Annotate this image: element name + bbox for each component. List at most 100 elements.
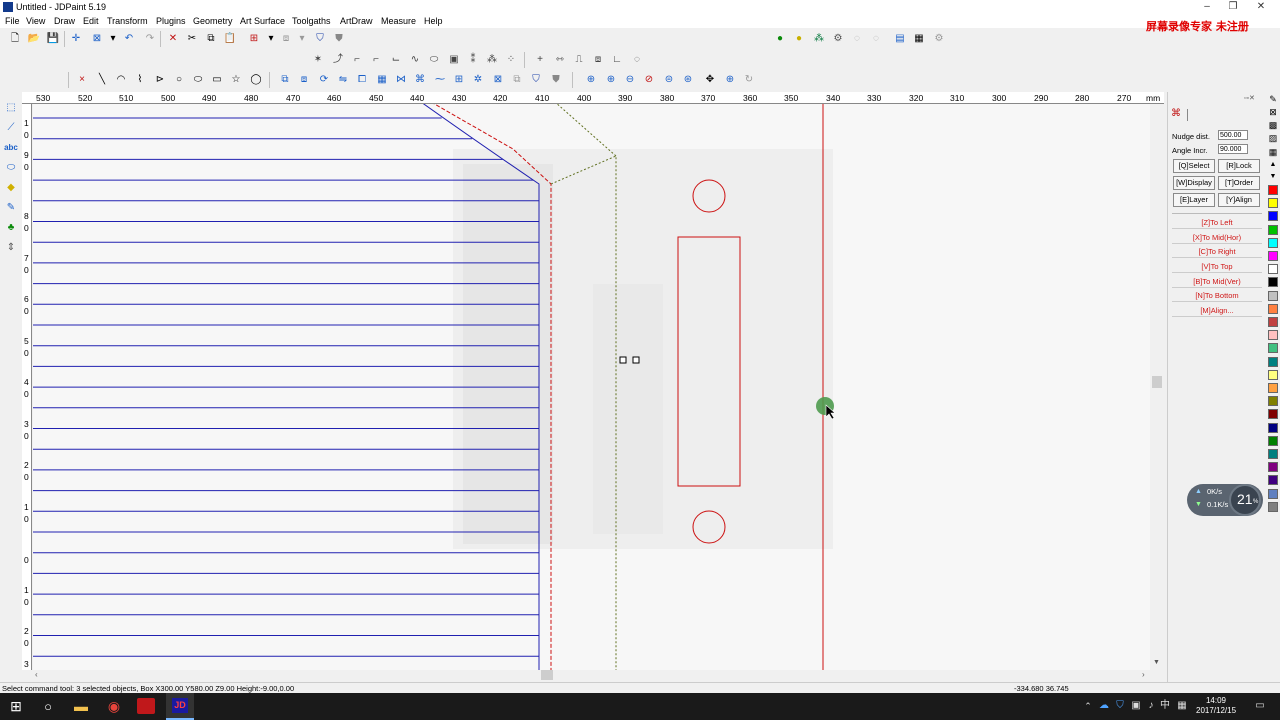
save-icon[interactable]: 💾 (45, 31, 61, 47)
drawing-canvas[interactable] (33, 104, 1150, 670)
zoom-prev-icon[interactable]: ⊘ (641, 72, 657, 88)
array-icon[interactable]: ⁘ (503, 52, 519, 68)
light-off-icon[interactable]: ◌ (849, 31, 865, 47)
chrome-icon[interactable]: ◉ (106, 698, 122, 714)
fillet-icon[interactable]: ⌐ (349, 52, 365, 68)
minimize-button[interactable]: ‒ (1200, 1, 1214, 13)
align-to-right[interactable]: [C]To Right (1172, 245, 1262, 258)
menu-measure[interactable]: Measure (381, 16, 416, 26)
color-swatch[interactable] (1268, 330, 1278, 341)
align-to-mid-ver[interactable]: [B]To Mid(Ver) (1172, 275, 1262, 288)
horizontal-scrollbar[interactable]: ‹ › (33, 670, 1150, 680)
polyline-icon[interactable]: ⌇ (132, 72, 148, 88)
rotate-icon[interactable]: ⟳ (316, 72, 332, 88)
scroll-down-arrow-icon[interactable]: ▼ (1153, 659, 1160, 666)
light-green-icon[interactable]: ● (772, 31, 788, 47)
surface-icon[interactable]: ⬭ (3, 160, 19, 176)
dropdown-arrow-icon[interactable]: ▾ (105, 31, 121, 47)
color-swatch[interactable] (1268, 277, 1278, 288)
light-gear-icon[interactable]: ⚙ (830, 31, 846, 47)
star-icon[interactable]: ☆ (228, 72, 244, 88)
vertical-scrollbar[interactable]: ▼ (1150, 104, 1164, 670)
tray-network-icon[interactable]: ▣ (1128, 698, 1144, 714)
bulb-icon[interactable]: ● (791, 31, 807, 47)
delete-icon[interactable]: ✕ (165, 31, 181, 47)
menu-edit[interactable]: Edit (83, 16, 99, 26)
lock-button[interactable]: [R]Lock (1218, 159, 1260, 173)
selection-handle[interactable] (632, 356, 640, 364)
arc-icon[interactable]: ◠ (113, 72, 129, 88)
node-edit-icon[interactable]: ⟋ (3, 120, 19, 136)
no-color-icon[interactable]: ⊠ (1266, 106, 1280, 118)
copy-icon[interactable]: ⧉ (203, 31, 219, 47)
zoom-out-icon[interactable]: ⊖ (622, 72, 638, 88)
color-swatch[interactable] (1268, 211, 1278, 222)
select-box-icon[interactable]: ⊠ (89, 31, 105, 47)
nodes-icon[interactable]: ⁑ (465, 52, 481, 68)
paste-icon[interactable]: 📋 (222, 31, 238, 47)
horizontal-scroll-thumb[interactable] (541, 670, 553, 680)
maximize-button[interactable]: ❐ (1226, 1, 1240, 13)
distort-icon[interactable]: ⌘ (412, 72, 428, 88)
network-speed-widget[interactable]: ▲ 0K/s ▼ 0.1K/s 21 % (1187, 484, 1263, 516)
select-tool-icon[interactable]: ⬚ (3, 100, 19, 116)
color-swatch[interactable] (1268, 198, 1278, 209)
display-button[interactable]: [W]Display (1173, 176, 1215, 190)
windows-start-icon[interactable]: ⊞ (8, 698, 24, 714)
star-gear-icon[interactable]: ✲ (470, 72, 486, 88)
redo-icon[interactable]: ↷ (142, 31, 158, 47)
color-swatch[interactable] (1268, 422, 1278, 433)
shield-icon[interactable]: ⛉ (528, 72, 544, 88)
pen-icon[interactable]: ✎ (1266, 93, 1280, 105)
settings-icon[interactable]: ⚙ (931, 31, 947, 47)
color-swatch[interactable] (1268, 317, 1278, 327)
align-to-bottom[interactable]: [N]To Bottom (1172, 289, 1262, 302)
menu-help[interactable]: Help (424, 16, 443, 26)
refresh-icon[interactable]: ↻ (741, 72, 757, 88)
dimension-icon[interactable]: ⇿ (552, 52, 568, 68)
menu-view[interactable]: View (26, 16, 45, 26)
align-to-mid-hor[interactable]: [X]To Mid(Hor) (1172, 231, 1262, 244)
light-multi-icon[interactable]: ⁂ (811, 31, 827, 47)
table-icon[interactable]: ⊞ (451, 72, 467, 88)
align-to-top[interactable]: [V]To Top (1172, 260, 1262, 273)
ellipse-icon[interactable]: ⬭ (190, 72, 206, 88)
fill-icon[interactable]: ▩ (1266, 119, 1280, 131)
close-button[interactable]: ✕ (1254, 1, 1268, 13)
scroll-right-arrow-icon[interactable]: › (1142, 670, 1145, 679)
undo-icon[interactable]: ↶ (121, 31, 137, 47)
ungroup-icon[interactable]: ⧈ (296, 72, 312, 88)
layer-button[interactable]: [E]Layer (1173, 193, 1215, 207)
frame-icon[interactable]: ▣ (446, 52, 462, 68)
zoom-real-icon[interactable]: ⊕ (722, 72, 738, 88)
palette-scroll-up-icon[interactable]: ▲ (1266, 159, 1280, 169)
color-swatch[interactable] (1268, 369, 1278, 380)
angle-input[interactable] (1218, 144, 1248, 154)
jdpaint-taskbar-button[interactable]: JD (166, 693, 194, 720)
join-icon[interactable]: ∿ (407, 52, 423, 68)
mirror-icon[interactable]: ⇋ (335, 72, 351, 88)
tray-clock[interactable]: 14:09 2017/12/15 (1196, 696, 1236, 716)
color-swatch[interactable] (1268, 224, 1278, 235)
tray-chevron-icon[interactable]: ⌃ (1080, 698, 1096, 714)
menu-plugins[interactable]: Plugins (156, 16, 186, 26)
tray-calendar-icon[interactable]: ▦ (1174, 698, 1190, 714)
color-swatch[interactable] (1268, 185, 1278, 195)
scroll-left-arrow-icon[interactable]: ‹ (35, 670, 38, 679)
screen-recorder-icon[interactable] (137, 698, 155, 714)
fill-icon[interactable]: ◆ (3, 180, 19, 196)
crosshair-icon[interactable]: + (532, 52, 548, 68)
curve-edit-icon[interactable]: ⁓ (432, 72, 448, 88)
zoom-fit-icon[interactable]: ⊛ (680, 72, 696, 88)
file-explorer-icon[interactable]: ▬ (73, 698, 89, 714)
color-swatch[interactable] (1268, 409, 1278, 420)
align-to-left[interactable]: [Z]To Left (1172, 216, 1262, 229)
menu-geometry[interactable]: Geometry (193, 16, 233, 26)
offset-icon[interactable]: ⬭ (426, 52, 442, 68)
break-icon[interactable]: ⌙ (388, 52, 404, 68)
color-swatch[interactable] (1268, 396, 1278, 407)
menu-file[interactable]: File (5, 16, 20, 26)
panel-close-icon[interactable]: ▫▫✕ (1244, 94, 1255, 102)
array-grid-icon[interactable]: ▦ (374, 72, 390, 88)
menu-transform[interactable]: Transform (107, 16, 148, 26)
